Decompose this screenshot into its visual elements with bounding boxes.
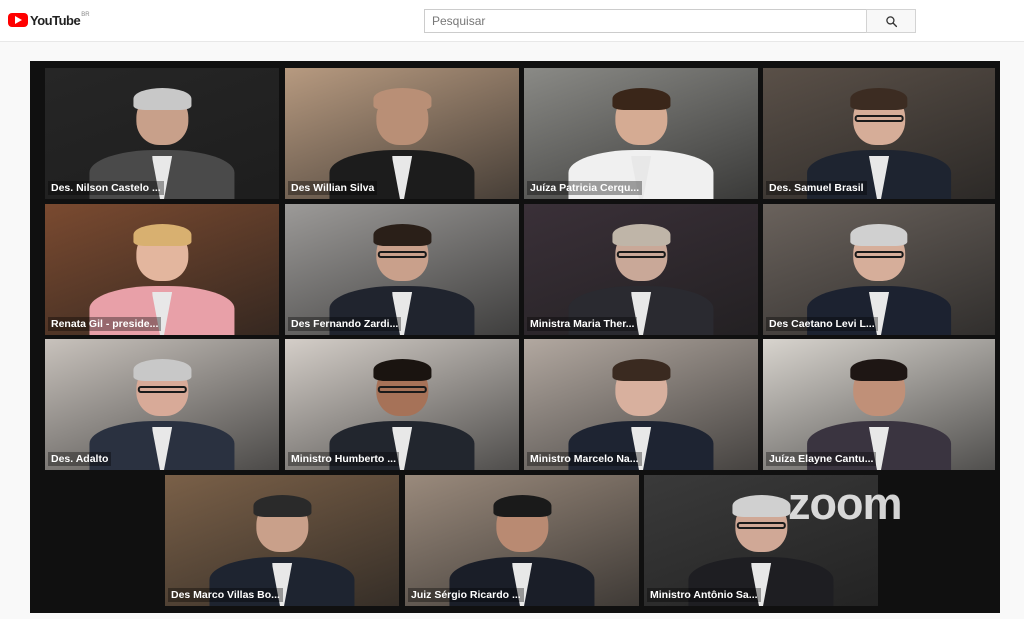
participant-name: Des Fernando Zardi...	[288, 317, 402, 331]
participant-tile[interactable]: Des. Samuel Brasil	[763, 68, 995, 199]
participant-name: Des Marco Villas Bo...	[168, 588, 283, 602]
participant-tile[interactable]: Des Caetano Levi L...	[763, 204, 995, 335]
participant-name: Ministra Maria Ther...	[527, 317, 638, 331]
participant-name: Renata Gil - preside...	[48, 317, 162, 331]
participant-name: Ministro Humberto ...	[288, 452, 399, 466]
participant-tile[interactable]: Ministro Humberto ...	[285, 339, 519, 470]
participant-tile[interactable]: Ministra Maria Ther...	[524, 204, 758, 335]
youtube-header: YouTube BR	[0, 0, 1024, 42]
youtube-logo[interactable]: YouTube BR	[8, 11, 90, 29]
zoom-watermark: zoom	[788, 478, 902, 529]
participant-tile[interactable]: Des. Nilson Castelo ...	[45, 68, 279, 199]
participant-tile[interactable]: Des. Adalto	[45, 339, 279, 470]
participant-tile[interactable]: Des Willian Silva	[285, 68, 519, 199]
participant-name: Des. Nilson Castelo ...	[48, 181, 164, 195]
search-button[interactable]	[866, 9, 916, 33]
participant-name: Des. Adalto	[48, 452, 112, 466]
participant-tile[interactable]: Des Fernando Zardi...	[285, 204, 519, 335]
participant-name: Des Caetano Levi L...	[766, 317, 878, 331]
participant-tile[interactable]: Juíza Elayne Cantu...	[763, 339, 995, 470]
participant-name: Des. Samuel Brasil	[766, 181, 867, 195]
participant-name: Juíza Patricia Cerqu...	[527, 181, 643, 195]
logo-text: YouTube	[30, 12, 81, 28]
search-icon	[885, 15, 897, 27]
youtube-play-icon	[8, 13, 28, 27]
logo-region: BR	[81, 12, 90, 18]
participant-tile[interactable]: Des Marco Villas Bo...	[165, 475, 399, 606]
search-input[interactable]	[424, 9, 867, 33]
participant-tile[interactable]: Juiz Sérgio Ricardo ...	[405, 475, 639, 606]
participant-name: Des Willian Silva	[288, 181, 378, 195]
participant-name: Juiz Sérgio Ricardo ...	[408, 588, 524, 602]
participant-tile[interactable]: Renata Gil - preside...	[45, 204, 279, 335]
participant-name: Juíza Elayne Cantu...	[766, 452, 877, 466]
participant-name: Ministro Marcelo Na...	[527, 452, 642, 466]
participant-name: Ministro Antônio Sa...	[647, 588, 761, 602]
participant-tile[interactable]: Ministro Marcelo Na...	[524, 339, 758, 470]
participant-tile[interactable]: Juíza Patricia Cerqu...	[524, 68, 758, 199]
